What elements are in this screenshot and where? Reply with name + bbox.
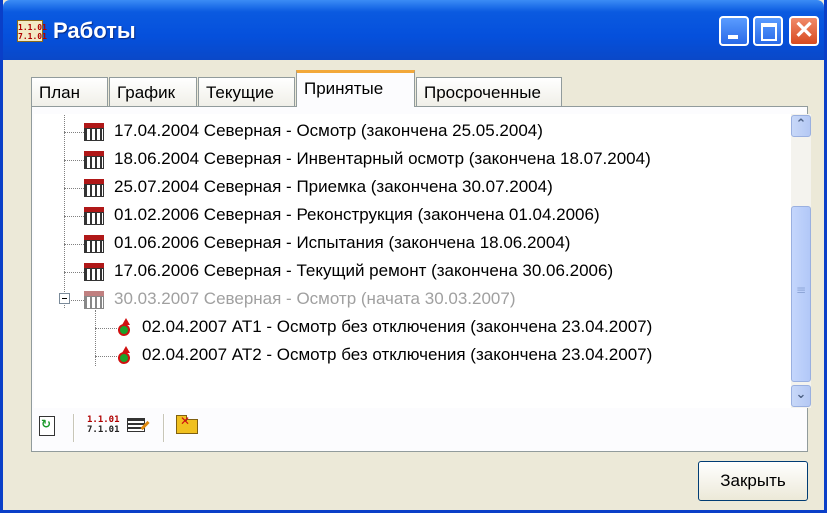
close-button[interactable]: Закрыть — [698, 461, 808, 501]
works-window: 1.1.01 7.1.01 Работы ✕ План График Текущи… — [0, 0, 827, 513]
schedule-button[interactable]: 1.1.01 7.1.01 — [83, 412, 120, 440]
action-icon — [117, 318, 135, 338]
tree-subitem[interactable]: 02.04.2007 АТ1 - Осмотр без отключения (… — [34, 314, 791, 342]
scroll-down-button[interactable]: ⌄ — [791, 385, 811, 407]
delete-folder-icon — [176, 414, 198, 434]
edit-icon — [127, 418, 145, 432]
delete-button[interactable] — [173, 412, 201, 440]
calendar-icon — [84, 151, 104, 169]
toolbar: 1.1.017.1.01 — [33, 408, 808, 448]
schedule-calendar-icon: 1.1.01 7.1.01 — [17, 20, 47, 42]
calendar-icon — [84, 291, 104, 309]
calendar-icon — [84, 179, 104, 197]
tree-item[interactable]: 25.07.2004 Северная - Приемка (закончена… — [34, 174, 791, 202]
scroll-thumb[interactable]: ≡ — [791, 206, 811, 382]
maximize-button[interactable] — [753, 16, 783, 46]
scroll-up-button[interactable]: ⌃ — [791, 115, 811, 137]
close-icon: ✕ — [793, 17, 815, 44]
toolbar-separator — [163, 414, 165, 442]
close-window-button[interactable]: ✕ — [789, 16, 819, 46]
calendar-icon — [84, 123, 104, 141]
vertical-scrollbar[interactable]: ⌃ ≡ ⌄ — [791, 114, 811, 408]
tab-schedule[interactable]: График — [109, 77, 197, 106]
chevron-up-icon: ⌃ — [795, 117, 807, 132]
action-icon — [117, 346, 135, 366]
tree-item[interactable]: 01.06.2006 Северная - Испытания (законче… — [34, 230, 791, 258]
toolbar-separator — [73, 414, 75, 442]
tree-item[interactable]: 17.04.2004 Северная - Осмотр (закончена … — [34, 118, 791, 146]
tree-item[interactable]: 01.02.2006 Северная - Реконструкция (зак… — [34, 202, 791, 230]
collapse-icon[interactable] — [59, 293, 70, 304]
minimize-button[interactable] — [719, 16, 749, 46]
tab-accepted[interactable]: Принятые — [296, 70, 415, 107]
refresh-button[interactable] — [33, 412, 61, 440]
calendar-icon — [84, 263, 104, 281]
tree-item-expanded[interactable]: 30.03.2007 Северная - Осмотр (начата 30.… — [34, 286, 791, 314]
tree-item[interactable]: 17.06.2006 Северная - Текущий ремонт (за… — [34, 258, 791, 286]
schedule-icon: 1.1.01 7.1.01 — [87, 415, 120, 435]
chevron-down-icon: ⌄ — [795, 387, 807, 402]
tab-current[interactable]: Текущие — [198, 77, 295, 106]
calendar-icon — [84, 207, 104, 225]
calendar-icon — [84, 235, 104, 253]
refresh-icon — [39, 416, 55, 436]
tab-plan[interactable]: План — [31, 77, 108, 106]
tab-overdue[interactable]: Просроченные — [416, 77, 562, 106]
edit-button[interactable] — [123, 412, 151, 440]
title-bar[interactable]: 1.1.01 7.1.01 Работы ✕ — [3, 0, 824, 60]
tree-subitem[interactable]: 02.04.2007 АТ2 - Осмотр без отключения (… — [34, 342, 791, 370]
grip-icon: ≡ — [795, 283, 807, 297]
works-tree[interactable]: 17.04.2004 Северная - Осмотр (закончена … — [34, 114, 791, 408]
window-title: Работы — [53, 18, 136, 43]
tree-item[interactable]: 18.06.2004 Северная - Инвентарный осмотр… — [34, 146, 791, 174]
